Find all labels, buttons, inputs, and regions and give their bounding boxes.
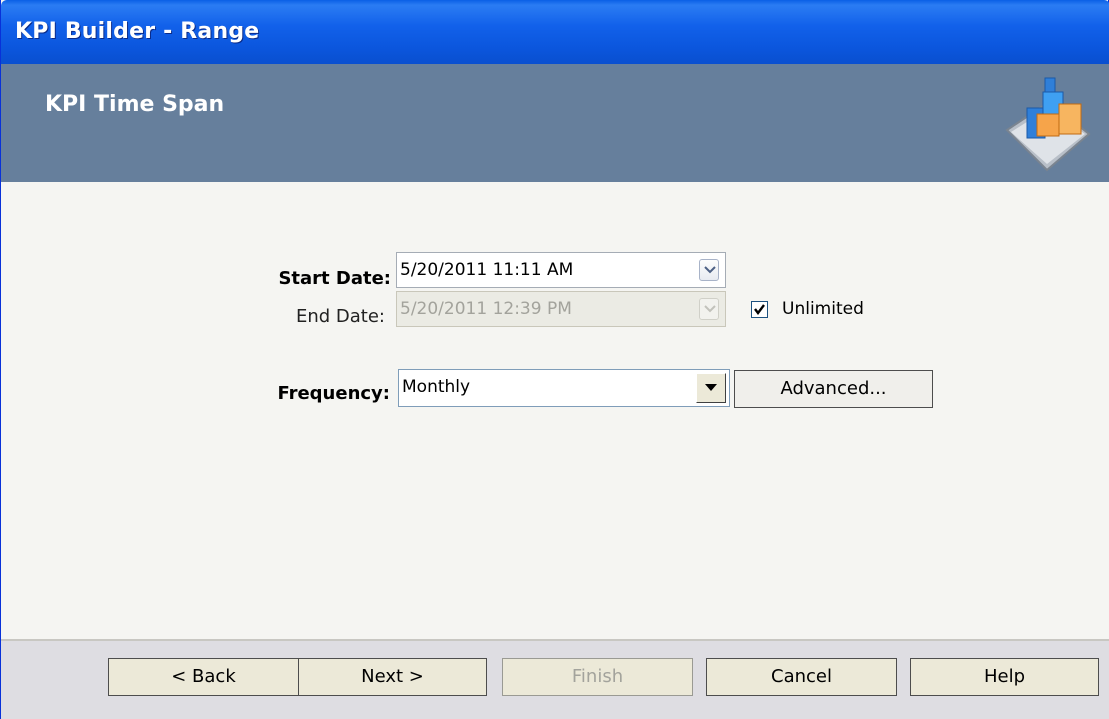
end-date-label: End Date:	[295, 306, 385, 327]
cancel-button[interactable]: Cancel	[706, 658, 897, 696]
unlimited-label[interactable]: Unlimited	[782, 299, 864, 319]
frequency-select[interactable]: Monthly	[398, 369, 730, 407]
kpi-builder-window: KPI Builder - Range KPI Time Span Start …	[0, 0, 1109, 719]
frequency-label: Frequency:	[277, 383, 390, 404]
frequency-dropdown-button[interactable]	[696, 373, 726, 403]
end-date-field: 5/20/2011 12:39 PM	[396, 291, 726, 327]
chevron-down-icon	[704, 266, 716, 274]
window-title: KPI Builder - Range	[15, 19, 260, 44]
checkmark-icon	[754, 304, 765, 315]
start-date-label: Start Date:	[278, 268, 391, 289]
wizard-footer: < Back Next > Finish Cancel Help	[1, 639, 1109, 719]
wizard-header: KPI Time Span	[1, 64, 1109, 182]
end-date-value: 5/20/2011 12:39 PM	[400, 299, 572, 319]
help-button[interactable]: Help	[910, 658, 1099, 696]
start-date-field[interactable]: 5/20/2011 11:11 AM	[396, 252, 726, 288]
wizard-content: Start Date: 5/20/2011 11:11 AM End Date:…	[1, 182, 1109, 639]
unlimited-checkbox[interactable]	[751, 301, 768, 318]
kpi-chart-logo-icon	[1005, 77, 1091, 172]
title-bar[interactable]: KPI Builder - Range	[1, 0, 1109, 64]
back-button[interactable]: < Back	[108, 658, 299, 696]
start-date-dropdown-button[interactable]	[699, 259, 719, 281]
advanced-button[interactable]: Advanced...	[734, 370, 933, 408]
chevron-down-icon	[704, 305, 716, 313]
page-heading: KPI Time Span	[45, 92, 225, 117]
next-button[interactable]: Next >	[298, 658, 487, 696]
frequency-value: Monthly	[402, 377, 471, 397]
end-date-dropdown-button	[699, 298, 719, 320]
start-date-value: 5/20/2011 11:11 AM	[400, 260, 574, 280]
dropdown-arrow-icon	[705, 384, 717, 391]
finish-button: Finish	[502, 658, 693, 696]
